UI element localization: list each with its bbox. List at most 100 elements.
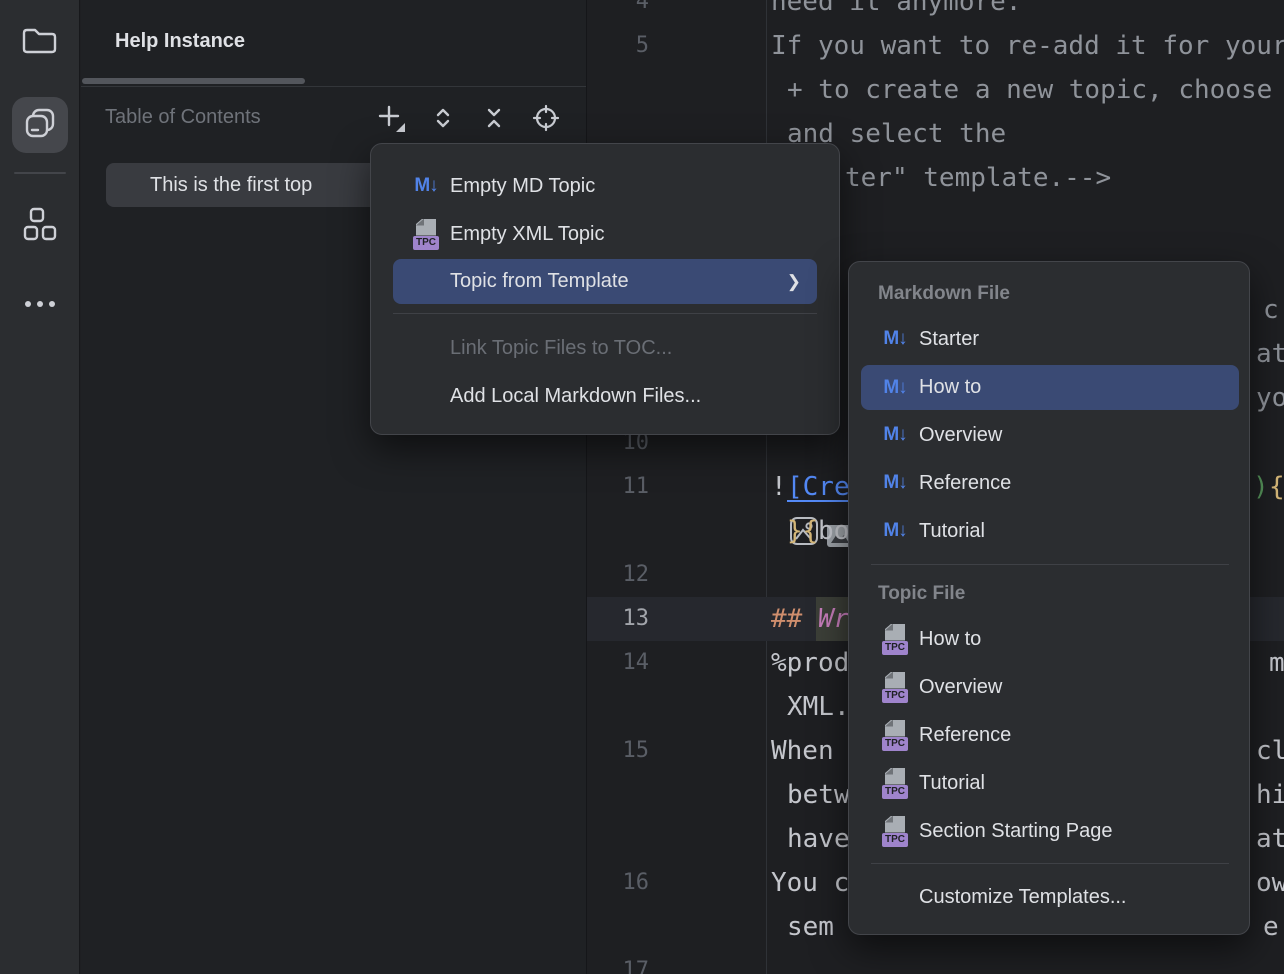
markdown-file-icon: M↓	[878, 424, 912, 446]
submenu-item-tpc-tutorial[interactable]: TPC Tutorial	[861, 761, 1239, 805]
topic-file-icon: TPC	[878, 816, 912, 847]
submenu-item-label: How to	[919, 376, 981, 399]
template-submenu: Markdown File M↓ Starter M↓ How to M↓ Ov…	[848, 261, 1250, 935]
toc-tool-button[interactable]	[12, 97, 68, 153]
submenu-item-md-how-to[interactable]: M↓ How to	[861, 365, 1239, 410]
code-text: e	[1263, 905, 1279, 949]
topic-file-icon: TPC	[878, 768, 912, 799]
menu-item-empty-md-topic[interactable]: M↓ Empty MD Topic	[393, 164, 817, 208]
line-number: 13	[587, 597, 649, 641]
code-text: XML.	[787, 685, 850, 729]
toc-header-label: Table of Contents	[105, 106, 261, 129]
submenu-item-md-tutorial[interactable]: M↓ Tutorial	[861, 509, 1239, 553]
code-text: m	[1269, 641, 1284, 685]
submenu-item-label: Overview	[919, 424, 1002, 447]
topic-file-icon: TPC	[409, 219, 443, 250]
expand-all-button[interactable]	[426, 104, 460, 136]
folder-icon	[21, 24, 59, 61]
submenu-arrow-icon: ❯	[787, 272, 801, 292]
code-text: {	[1269, 465, 1284, 509]
submenu-item-label: How to	[919, 628, 981, 651]
submenu-item-md-overview[interactable]: M↓ Overview	[861, 413, 1239, 457]
submenu-item-label: Starter	[919, 328, 979, 351]
line-number: 12	[587, 553, 649, 597]
menu-item-label: Empty XML Topic	[450, 223, 605, 246]
topic-file-icon: TPC	[878, 720, 912, 751]
ide-window: Help Instance Table of Contents	[0, 0, 1284, 974]
more-tools-button[interactable]	[12, 278, 68, 334]
markdown-file-icon: M↓	[878, 328, 912, 350]
plus-dropdown-icon	[376, 103, 406, 138]
menu-item-label: Topic from Template	[450, 270, 629, 293]
line-number: 11	[587, 465, 649, 509]
more-dots-icon	[22, 297, 58, 315]
submenu-item-label: Customize Templates...	[919, 886, 1127, 909]
submenu-item-label: Overview	[919, 676, 1002, 699]
code-text: )	[1253, 465, 1269, 509]
editor-line[interactable]: + to create a new topic, choose	[587, 68, 1284, 112]
markdown-file-icon: M↓	[878, 377, 912, 399]
code-text: sem	[787, 905, 834, 949]
submenu-item-tpc-how-to[interactable]: TPC How to	[861, 617, 1239, 661]
menu-item-empty-xml-topic[interactable]: TPC Empty XML Topic	[393, 212, 817, 256]
menu-item-label: Link Topic Files to TOC...	[450, 337, 672, 360]
add-topic-button[interactable]	[374, 104, 408, 136]
code-text: %prod	[771, 641, 849, 685]
line-number: 16	[587, 861, 649, 905]
menu-item-topic-from-template[interactable]: Topic from Template ❯	[393, 259, 817, 304]
submenu-item-tpc-overview[interactable]: TPC Overview	[861, 665, 1239, 709]
line-number: 4	[587, 0, 649, 24]
code-text: You c	[771, 861, 849, 905]
heading-text: Wr	[816, 597, 851, 641]
panel-scroll-thumb[interactable]	[82, 78, 305, 84]
line-number: 5	[587, 24, 649, 68]
submenu-item-md-reference[interactable]: M↓ Reference	[861, 461, 1239, 505]
toc-item-first-topic[interactable]: This is the first top	[106, 163, 378, 207]
panel-title: Help Instance	[115, 30, 245, 53]
editor-line[interactable]: 4 need it anymore.	[587, 0, 1284, 24]
line-number: 17	[587, 949, 649, 974]
toc-item-label: This is the first top	[150, 174, 312, 197]
submenu-section-header: Topic File	[878, 576, 965, 612]
code-text: cl	[1256, 729, 1284, 773]
code-text: !	[771, 465, 787, 509]
code-text: at	[1256, 332, 1284, 376]
code-text: + to create a new topic, choose	[787, 68, 1272, 112]
submenu-item-label: Reference	[919, 724, 1011, 747]
code-text: c	[1263, 288, 1279, 332]
submenu-item-md-starter[interactable]: M↓ Starter	[861, 317, 1239, 361]
stripe-divider	[14, 172, 66, 174]
locate-button[interactable]	[529, 104, 563, 136]
submenu-item-tpc-section-starting-page[interactable]: TPC Section Starting Page	[861, 809, 1239, 853]
code-text: }{	[787, 509, 818, 553]
submenu-item-tpc-reference[interactable]: TPC Reference	[861, 713, 1239, 757]
code-text: ow	[1256, 861, 1284, 905]
submenu-section-header: Markdown File	[878, 276, 1010, 312]
line-number: 14	[587, 641, 649, 685]
project-tool-button[interactable]	[12, 14, 68, 70]
tool-window-stripe	[0, 0, 80, 974]
code-text: have	[787, 817, 850, 861]
crosshair-icon	[532, 104, 560, 137]
markdown-file-icon: M↓	[409, 175, 443, 197]
submenu-item-label: Reference	[919, 472, 1011, 495]
menu-item-add-local-markdown[interactable]: Add Local Markdown Files...	[393, 374, 817, 418]
submenu-item-label: Tutorial	[919, 772, 985, 795]
code-text: need it anymore.	[771, 0, 1021, 24]
panel-separator	[81, 86, 586, 87]
code-text: bo	[818, 509, 849, 553]
editor-line[interactable]: 5 If you want to re-add it for your	[587, 24, 1284, 68]
copy-pages-icon	[22, 105, 58, 146]
topic-file-icon: TPC	[878, 672, 912, 703]
line-number: 15	[587, 729, 649, 773]
structure-tool-button[interactable]	[12, 198, 68, 254]
editor-line[interactable]: 17	[587, 949, 1284, 974]
submenu-item-customize-templates[interactable]: Customize Templates...	[861, 875, 1239, 919]
menu-separator	[871, 564, 1229, 565]
code-text: hi	[1256, 773, 1284, 817]
collapse-all-icon	[481, 105, 507, 136]
markdown-link-text[interactable]: [Cre	[787, 465, 850, 509]
markdown-file-icon: M↓	[878, 472, 912, 494]
collapse-all-button[interactable]	[477, 104, 511, 136]
menu-separator	[393, 313, 817, 314]
